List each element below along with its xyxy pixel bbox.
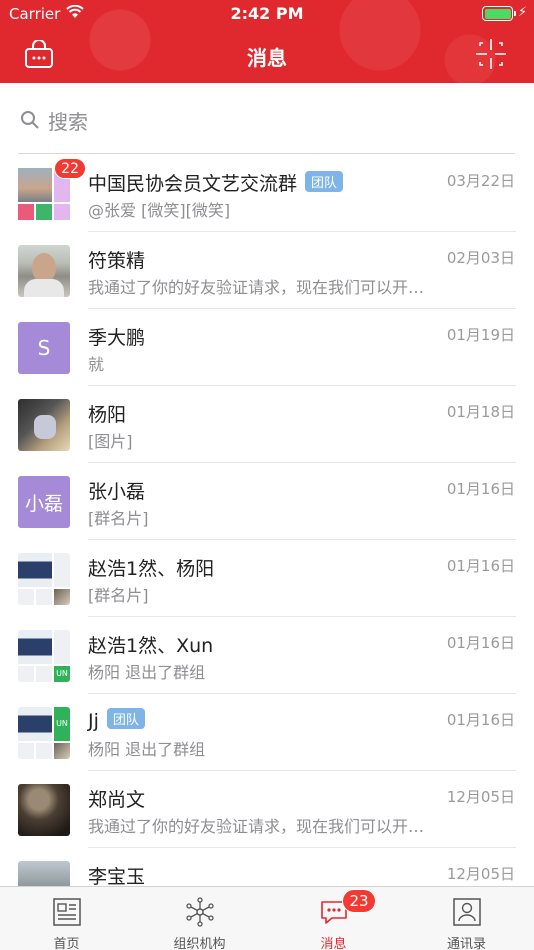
status-bar: Carrier 2:42 PM ⚡ [0,0,534,28]
conversation-item[interactable]: 小磊 张小磊 [群名片] 01月16日 [0,463,534,540]
charging-icon: ⚡ [518,5,528,20]
search-input[interactable]: 搜索 [48,106,88,135]
conversation-date: 01月16日 [446,557,515,575]
news-icon [53,898,81,926]
messages-badge: 23 [342,889,376,913]
conversation-date: 03月22日 [446,172,515,190]
conversation-title: Jj 团队 [88,708,145,732]
tab-contacts[interactable]: 通讯录 [400,887,533,950]
tab-bar: 首页 组织机构 消息 通讯录 [0,886,534,950]
conversation-name: 赵浩1然、Xun [88,635,214,657]
search-icon [21,111,39,129]
conversation-name: 中国民协会员文艺交流群 [88,173,298,195]
tab-label: 消息 [320,937,347,950]
group-avatar [18,553,70,605]
conversation-item[interactable]: S 季大鹏 就 01月19日 [0,309,534,386]
conversation-item[interactable]: UN Jj 团队 杨阳 退出了群组 01月16日 [0,694,534,771]
tab-label: 通讯录 [446,937,486,950]
conversation-preview: [图片] [88,432,133,451]
contacts-icon [453,898,481,926]
scan-icon[interactable] [475,38,507,70]
conversation-date: 01月19日 [446,326,515,344]
user-avatar [18,861,70,886]
user-avatar: S [18,322,70,374]
conversation-date: 01月16日 [446,711,515,729]
team-tag: 团队 [305,171,344,192]
conversation-date: 12月05日 [446,865,515,883]
team-tag: 团队 [106,708,145,729]
conversation-item[interactable]: UN 赵浩1然、Xun 杨阳 退出了群组 01月16日 [0,617,534,694]
conversation-item[interactable]: 杨阳 [图片] 01月18日 [0,386,534,463]
user-avatar [18,784,70,836]
conversation-item[interactable]: 赵浩1然、杨阳 [群名片] 01月16日 [0,540,534,617]
network-icon [186,897,214,927]
conversation-name: 符策精 [88,250,146,272]
group-avatar: UN [18,630,70,682]
tab-messages[interactable]: 消息 [267,887,400,950]
tab-home[interactable]: 首页 [0,887,133,950]
conversation-name: 李宝玉 [88,866,146,886]
conversation-name: 张小磊 [88,481,146,503]
conversation-list[interactable]: 22 中国民协会员文艺交流群 团队 @张爱 [微笑][微笑] 03月22日 符策精… [0,155,534,886]
conversation-preview: @张爱 [微笑][微笑] [88,201,231,220]
conversation-preview: 我通过了你的好友验证请求，现在我们可以开始聊天了 [88,278,440,297]
status-time: 2:42 PM [230,4,304,23]
conversation-title: 中国民协会员文艺交流群 团队 [88,169,344,196]
conversation-preview: 我通过了你的好友验证请求，现在我们可以开始聊天了 [88,817,440,836]
unread-badge: 22 [54,158,86,179]
conversation-date: 12月05日 [446,788,515,806]
conversation-preview: 就 [88,355,105,374]
conversation-date: 01月18日 [446,403,515,421]
page-title: 消息 [247,46,287,70]
conversation-date: 01月16日 [446,480,515,498]
tab-label: 首页 [53,937,80,950]
conversation-name: 杨阳 [88,404,127,426]
user-avatar [18,245,70,297]
tab-organization[interactable]: 组织机构 [133,887,266,950]
user-avatar: 小磊 [18,476,70,528]
header: Carrier 2:42 PM ⚡ 消息 [0,0,534,83]
conversation-date: 01月16日 [446,634,515,652]
conversation-item[interactable]: 22 中国民协会员文艺交流群 团队 @张爱 [微笑][微笑] 03月22日 [0,155,534,232]
tab-label: 组织机构 [173,937,226,950]
conversation-preview: [群名片] [88,509,149,528]
conversation-item[interactable]: 符策精 我通过了你的好友验证请求，现在我们可以开始聊天了 02月03日 [0,232,534,309]
conversation-name: 季大鹏 [88,327,146,349]
conversation-preview: [群名片] [88,586,149,605]
user-avatar [18,399,70,451]
conversation-date: 02月03日 [446,249,515,267]
conversation-name: 赵浩1然、杨阳 [88,558,215,580]
conversation-preview: 杨阳 退出了群组 [88,740,206,759]
battery-icon [482,6,516,21]
search-bar[interactable]: 搜索 [18,98,515,154]
conversation-item[interactable]: 郑尚文 我通过了你的好友验证请求，现在我们可以开始聊天了 12月05日 [0,771,534,848]
conversation-name: Jj [88,710,99,732]
group-avatar: UN [18,707,70,759]
conversation-preview: 杨阳 退出了群组 [88,663,206,682]
conversation-name: 郑尚文 [88,789,146,811]
conversation-item[interactable]: 李宝玉 12月05日 [0,848,534,886]
